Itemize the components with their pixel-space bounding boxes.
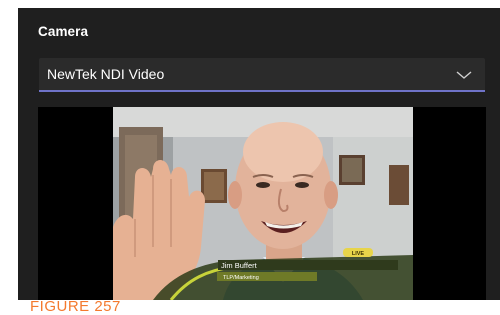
camera-dropdown-value: NewTek NDI Video [47,66,165,82]
camera-dropdown[interactable]: NewTek NDI Video [39,58,485,92]
video-feed: LIVE Jim Buffert TLP/Marketing [113,107,413,300]
camera-preview: LIVE Jim Buffert TLP/Marketing [38,107,486,300]
camera-section-title: Camera [38,24,89,39]
camera-settings-panel: Camera NewTek NDI Video LIVE Jim Buffert… [18,8,500,300]
lower-third-name: Jim Buffert [221,261,258,270]
chevron-down-icon [455,68,473,80]
live-badge: LIVE [352,251,365,257]
figure-caption: FIGURE 257 [30,298,121,315]
lower-third-subtitle: TLP/Marketing [223,275,259,281]
